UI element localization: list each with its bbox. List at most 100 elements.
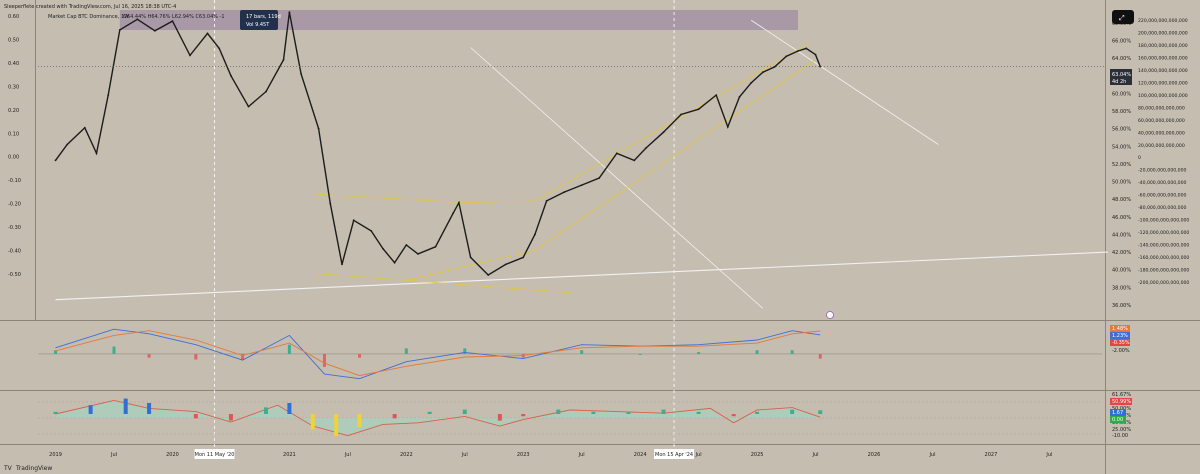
dominance-point xyxy=(218,47,221,50)
magnet-icon[interactable] xyxy=(826,311,834,319)
dominance-point xyxy=(797,50,799,52)
macd-histogram-bar xyxy=(147,353,151,358)
left-tick-label: -0.50 xyxy=(8,272,21,278)
macd-histogram-bar xyxy=(755,350,759,354)
right-tick-label: 58.00% xyxy=(1112,109,1131,115)
right-tick-label: 50.00% xyxy=(1112,180,1131,186)
macd-histogram-bar xyxy=(463,348,467,354)
x-tick-label: Mon 15 Apr '24 xyxy=(655,452,693,458)
dominance-point xyxy=(66,143,69,146)
left-tick-label: -0.30 xyxy=(8,225,21,231)
momentum-bar xyxy=(696,411,701,414)
volume-tick-label: 100,000,000,000,000 xyxy=(1138,93,1188,99)
volume-tick-label: 40,000,000,000,000 xyxy=(1138,130,1185,136)
dominance-point xyxy=(83,126,86,129)
x-tick-label: Jul xyxy=(1045,452,1052,458)
dominance-point xyxy=(785,55,788,58)
dominance-point xyxy=(680,113,682,116)
volume-tick-label: -100,000,000,000,000 xyxy=(1138,218,1189,224)
right-tick-label: 42.00% xyxy=(1112,250,1131,256)
dominance-point xyxy=(107,94,110,96)
right-tick-label: 44.00% xyxy=(1112,232,1131,238)
left-tick-label: 0.20 xyxy=(8,108,19,114)
price-label-value: 63.04% xyxy=(1112,72,1131,78)
momentum-bar xyxy=(427,411,432,414)
dominance-point xyxy=(247,105,250,108)
left-tick-label: -0.10 xyxy=(8,178,21,184)
macd-histogram-bar xyxy=(404,348,408,354)
dominance-point xyxy=(750,81,753,84)
momentum-bar xyxy=(193,414,198,419)
volume-tick-label: 0 xyxy=(1138,155,1141,161)
dominance-point xyxy=(738,96,741,98)
symbol-label: Market Cap BTC Dominance, 1W xyxy=(48,14,129,20)
right-tick-label: 40.00% xyxy=(1112,268,1131,274)
top-range-band xyxy=(119,10,799,30)
volume-tick-label: -20,000,000,000,000 xyxy=(1138,168,1186,174)
right-tick-label: 60.00% xyxy=(1112,91,1131,97)
chart-caption: Sleeperflete created with TradingView.co… xyxy=(4,4,176,10)
right-tick-label: 56.00% xyxy=(1112,127,1131,133)
dominance-point xyxy=(715,94,718,96)
dominance-point xyxy=(206,32,209,35)
macd-value-text: 1.48% xyxy=(1112,326,1128,332)
volume-tick-label: 60,000,000,000,000 xyxy=(1138,118,1185,124)
dominance-point xyxy=(522,256,525,259)
dominance-point xyxy=(487,274,490,276)
right-tick-label: 66.00% xyxy=(1112,38,1131,44)
x-tick-label: 2022 xyxy=(400,452,413,458)
rsi-tick: 50.99% xyxy=(1112,399,1131,405)
x-tick-label: Jul xyxy=(578,452,585,458)
volume-tick-label: 180,000,000,000,000 xyxy=(1138,43,1188,49)
dominance-point xyxy=(300,73,302,75)
dominance-point xyxy=(54,159,57,162)
momentum-bar xyxy=(147,403,152,414)
momentum-bar xyxy=(392,414,397,419)
volume-tick-label: 200,000,000,000,000 xyxy=(1138,30,1188,36)
dominance-point xyxy=(504,263,507,266)
expand-icon: ⤢ xyxy=(1119,14,1125,22)
left-tick-label: 0.10 xyxy=(8,131,19,137)
volume-tick-label: -140,000,000,000,000 xyxy=(1138,243,1189,249)
momentum-bar xyxy=(591,411,596,414)
dominance-point xyxy=(434,245,437,248)
volume-tick-label: 160,000,000,000,000 xyxy=(1138,55,1188,61)
dominance-point xyxy=(118,29,121,31)
momentum-bar xyxy=(661,409,666,414)
momentum-tick: -10.00 xyxy=(1112,433,1128,439)
x-tick-label: Jul xyxy=(928,452,935,458)
momentum-value-text: 0.00 xyxy=(1112,417,1123,423)
macd-histogram-bar xyxy=(287,344,291,354)
dominance-point xyxy=(230,74,232,77)
left-tick-label: 0.30 xyxy=(8,84,19,90)
macd-histogram-bar xyxy=(580,350,584,354)
volume-tick-label: -160,000,000,000,000 xyxy=(1138,255,1189,261)
macd-value-text: -0.35% xyxy=(1112,340,1130,346)
volume-tick-label: -60,000,000,000,000 xyxy=(1138,193,1186,199)
x-tick-label: 2026 xyxy=(868,452,881,458)
x-tick-label: 2021 xyxy=(283,452,296,458)
momentum-bar xyxy=(228,414,233,421)
dominance-point xyxy=(819,65,822,68)
volume-tick-label: 20,000,000,000,000 xyxy=(1138,143,1185,149)
volume-tick-label: -120,000,000,000,000 xyxy=(1138,230,1189,236)
left-tick-label: 0.00 xyxy=(8,155,19,161)
dominance-point xyxy=(317,127,320,130)
dominance-point xyxy=(352,219,355,222)
dominance-point xyxy=(814,53,817,56)
tooltip-line1: 17 bars, 119d xyxy=(246,14,281,20)
momentum-bar xyxy=(626,411,631,414)
dominance-point xyxy=(405,244,408,246)
chart-stage[interactable]: 1.48%1.23%-0.35% -2.00% 61.67%50.99% 50.00%… xyxy=(0,0,1200,474)
dominance-point xyxy=(469,256,472,259)
x-tick-label: Mon 11 May '20 xyxy=(195,452,235,458)
dominance-point xyxy=(265,90,267,93)
right-tick-label: 48.00% xyxy=(1112,197,1131,203)
left-tick-label: 0.60 xyxy=(8,14,19,20)
dominance-point xyxy=(282,59,285,61)
momentum-bar xyxy=(287,403,292,414)
momentum-bar xyxy=(755,411,760,414)
chart-svg[interactable]: 1.48%1.23%-0.35% -2.00% 61.67%50.99% 50.00%… xyxy=(0,0,1200,474)
x-tick-label: Jul xyxy=(344,452,351,458)
x-tick-label: Jul xyxy=(695,452,702,458)
